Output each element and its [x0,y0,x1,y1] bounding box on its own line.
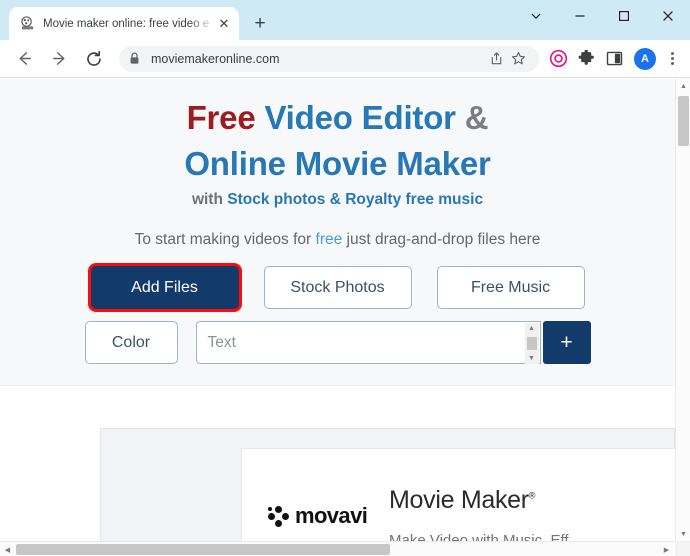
film-reel-icon [19,16,35,32]
movavi-logo: movavi [268,503,368,529]
ad-card[interactable]: movavi Movie Maker® Make Video with Musi… [241,448,676,556]
vertical-scrollbar[interactable]: ▲ ▼ [675,79,690,541]
browser-window: Movie maker online: free video e ✕ + mov… [0,0,690,556]
caret-up-icon[interactable]: ▲ [528,323,535,334]
browser-toolbar: moviemakeronline.com A [0,40,690,78]
star-icon[interactable] [507,48,529,70]
maximize-icon[interactable] [602,0,646,32]
lead-highlight: free [315,231,343,248]
subtitle-highlight: Stock photos & Royalty free music [227,191,484,208]
title-video-editor: Video Editor [255,99,465,136]
primary-button-row: Add Files Stock Photos Free Music [0,266,675,309]
text-input-scrollbar[interactable]: ▲ ▼ [524,323,539,364]
ad-title-text: Movie Maker [389,486,529,514]
ad-title: Movie Maker® [389,486,535,515]
arrow-left-icon[interactable] [9,44,39,74]
side-panel-icon[interactable] [601,46,627,72]
stock-photos-button[interactable]: Stock Photos [263,266,412,309]
tab-title: Movie maker online: free video e [43,17,210,30]
page-subtitle: with Stock photos & Royalty free music [0,191,675,209]
extensions-puzzle-icon[interactable] [573,46,599,72]
text-input-placeholder: Text [207,333,236,351]
text-entry-row: Color Text ▲ ▼ + [0,321,675,364]
window-close-icon[interactable] [646,0,690,32]
movavi-logo-text: movavi [295,503,368,528]
ad-container: movavi Movie Maker® Make Video with Musi… [100,428,676,556]
tab-strip: Movie maker online: free video e ✕ + [0,0,690,40]
title-ampersand: & [464,99,489,136]
new-tab-button[interactable]: + [246,9,274,37]
movavi-diamond-icon [268,505,289,527]
window-controls [514,0,690,32]
caret-down-icon[interactable]: ▼ [528,353,535,364]
page-title: Free Video Editor & Online Movie Maker [0,95,675,187]
horizontal-scrollbar-thumb[interactable] [16,544,390,555]
text-input-group: Text ▲ ▼ + [195,321,591,364]
scroll-up-caret-up-icon[interactable]: ▲ [676,79,690,93]
scroll-right-caret-right-icon[interactable]: ▶ [659,542,674,556]
page-viewport: Free Video Editor & Online Movie Maker w… [0,79,690,556]
hero-section: Free Video Editor & Online Movie Maker w… [0,79,675,386]
scrollbar-corner [675,541,690,556]
scrollbar-thumb[interactable] [526,337,537,350]
free-music-button[interactable]: Free Music [436,266,585,309]
tab-search-chevron-down-icon[interactable] [514,0,558,32]
scroll-left-caret-left-icon[interactable]: ◀ [0,542,15,556]
record-circle-icon[interactable] [545,46,571,72]
title-line2: Online Movie Maker [184,145,491,182]
horizontal-scrollbar[interactable]: ◀ ▶ [0,541,690,556]
tab-close-icon[interactable]: ✕ [215,15,233,33]
address-bar[interactable]: moviemakeronline.com [119,45,539,72]
browser-tab[interactable]: Movie maker online: free video e ✕ [9,7,239,40]
lead-before: To start making videos for [134,231,316,248]
lead-text: To start making videos for free just dra… [0,231,675,249]
minimize-icon[interactable] [558,0,602,32]
address-bar-url: moviemakeronline.com [151,51,280,66]
scroll-down-caret-down-icon[interactable]: ▼ [676,527,690,541]
vertical-scrollbar-thumb[interactable] [678,96,689,146]
subtitle-with: with [191,191,228,208]
kebab-menu-icon[interactable] [661,52,683,65]
title-free: Free [186,99,256,136]
reload-icon[interactable] [79,44,109,74]
share-icon[interactable] [485,48,507,70]
add-text-button[interactable]: + [542,321,591,364]
profile-avatar[interactable]: A [634,47,656,70]
lock-icon [129,52,143,65]
color-button[interactable]: Color [84,321,178,364]
lead-after: just drag-and-drop files here [342,231,541,248]
add-files-button[interactable]: Add Files [90,266,239,309]
arrow-right-icon[interactable] [44,44,74,74]
text-input[interactable]: Text ▲ ▼ [195,321,541,364]
ad-trademark: ® [528,490,536,501]
